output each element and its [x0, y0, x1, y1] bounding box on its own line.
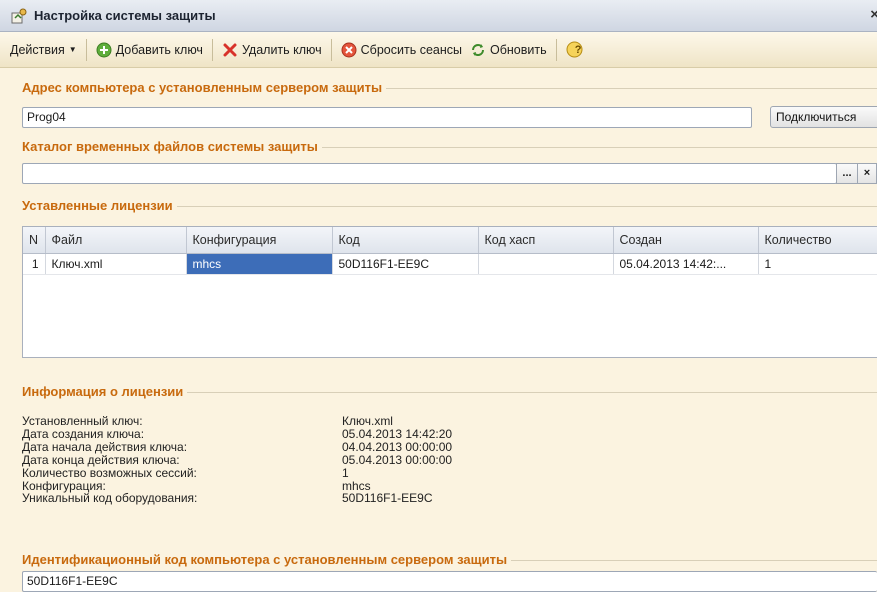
server-address-input[interactable]: Prog04 [22, 107, 752, 128]
refresh-label: Обновить [489, 42, 547, 57]
reset-sessions-label: Сбросить сеансы [360, 42, 462, 57]
toolbar-separator [555, 38, 557, 61]
refresh-button[interactable]: Обновить [466, 37, 551, 63]
info-value: 50D116F1-EE9C [342, 491, 433, 506]
browse-button[interactable]: ... [836, 163, 858, 184]
delete-icon [223, 43, 237, 56]
column-header-created[interactable]: Создан [613, 227, 759, 254]
column-header-hasp[interactable]: Код хасп [478, 227, 614, 254]
license-info-list: Установленный ключ: Ключ.xml Дата создани… [22, 415, 452, 505]
info-value: 04.04.2013 00:00:00 [342, 439, 453, 454]
info-label: Установленный ключ: [22, 414, 143, 428]
help-button[interactable]: ? [562, 37, 608, 63]
cell-created: 05.04.2013 14:42:... [613, 253, 759, 275]
delete-key-label: Удалить ключ [241, 42, 322, 57]
info-row: Уникальный код оборудования: 50D116F1-EE9… [22, 492, 452, 505]
toolbar: Действия ▼ Добавить ключ Удалить ключ Сб… [0, 32, 877, 68]
info-row: Дата конца действия ключа: 05.04.2013 00:… [22, 452, 453, 467]
toolbar-separator [211, 38, 213, 61]
info-row: Установленный ключ: Ключ.xml [22, 415, 452, 428]
key-settings-icon [11, 8, 27, 24]
column-header-code[interactable]: Код [332, 227, 479, 254]
add-key-label: Добавить ключ [115, 42, 203, 57]
info-value: 1 [342, 465, 349, 480]
reset-sessions-button[interactable]: Сбросить сеансы [337, 37, 466, 63]
column-header-count[interactable]: Количество [758, 227, 877, 254]
server-address-label: Адрес компьютера с установленным серверо… [22, 80, 387, 95]
refresh-icon [471, 43, 484, 56]
info-label: Дата создания ключа: [22, 426, 145, 441]
licenses-label: Уставленные лицензии [22, 198, 177, 213]
table-header-row: N Файл Конфигурация Код Код хасп Создан … [23, 227, 877, 254]
info-value: 05.04.2013 14:42:20 [342, 426, 453, 441]
chevron-down-icon: ▼ [68, 45, 77, 54]
info-row: Дата создания ключа: 05.04.2013 14:42:20 [22, 428, 452, 441]
info-label: Количество возможных сессий: [22, 465, 197, 480]
toolbar-separator [85, 38, 87, 61]
cell-n: 1 [23, 253, 46, 275]
add-icon [96, 42, 112, 57]
toolbar-separator [330, 38, 332, 61]
connect-button[interactable]: Подключиться [770, 106, 877, 128]
column-header-n[interactable]: N [23, 227, 46, 254]
cell-hasp [478, 253, 614, 275]
computer-id-input[interactable]: 50D116F1-EE9C [22, 571, 877, 592]
column-header-config[interactable]: Конфигурация [186, 227, 333, 254]
cell-code: 50D116F1-EE9C [332, 253, 479, 275]
actions-label: Действия [10, 42, 65, 57]
table-row[interactable]: 1 Ключ.xml mhcs 50D116F1-EE9C 05.04.2013… [23, 253, 877, 275]
info-label: Дата начала действия ключа: [22, 439, 188, 454]
window-title: Настройка системы защиты [34, 8, 216, 23]
info-label: Уникальный код оборудования: [22, 491, 198, 506]
cancel-icon [341, 42, 357, 57]
actions-menu-button[interactable]: Действия ▼ [6, 37, 81, 63]
cell-file: Ключ.xml [45, 253, 187, 275]
cell-config[interactable]: mhcs [186, 253, 333, 275]
column-header-file[interactable]: Файл [45, 227, 187, 254]
info-label: Дата конца действия ключа: [22, 452, 180, 467]
info-row: Количество возможных сессий: 1 [22, 465, 452, 480]
license-info-label: Информация о лицензии [22, 384, 188, 399]
computer-id-label: Идентификационный код компьютера с устан… [22, 552, 512, 567]
licenses-table[interactable]: N Файл Конфигурация Код Код хасп Создан … [22, 226, 877, 358]
cell-count: 1 [758, 253, 877, 275]
add-key-button[interactable]: Добавить ключ [92, 37, 207, 63]
close-icon[interactable]: × [870, 6, 877, 23]
help-label: ? [574, 43, 582, 56]
temp-catalog-label: Каталог временных файлов системы защиты [22, 139, 322, 154]
window-titlebar: Настройка системы защиты × [0, 0, 877, 32]
clear-icon[interactable]: × [857, 163, 877, 184]
info-value: Ключ.xml [342, 414, 393, 428]
temp-catalog-input[interactable] [22, 163, 837, 184]
info-value: 05.04.2013 00:00:00 [342, 452, 453, 467]
delete-key-button[interactable]: Удалить ключ [218, 37, 326, 63]
info-row: Дата начала действия ключа: 04.04.2013 00… [22, 439, 453, 454]
